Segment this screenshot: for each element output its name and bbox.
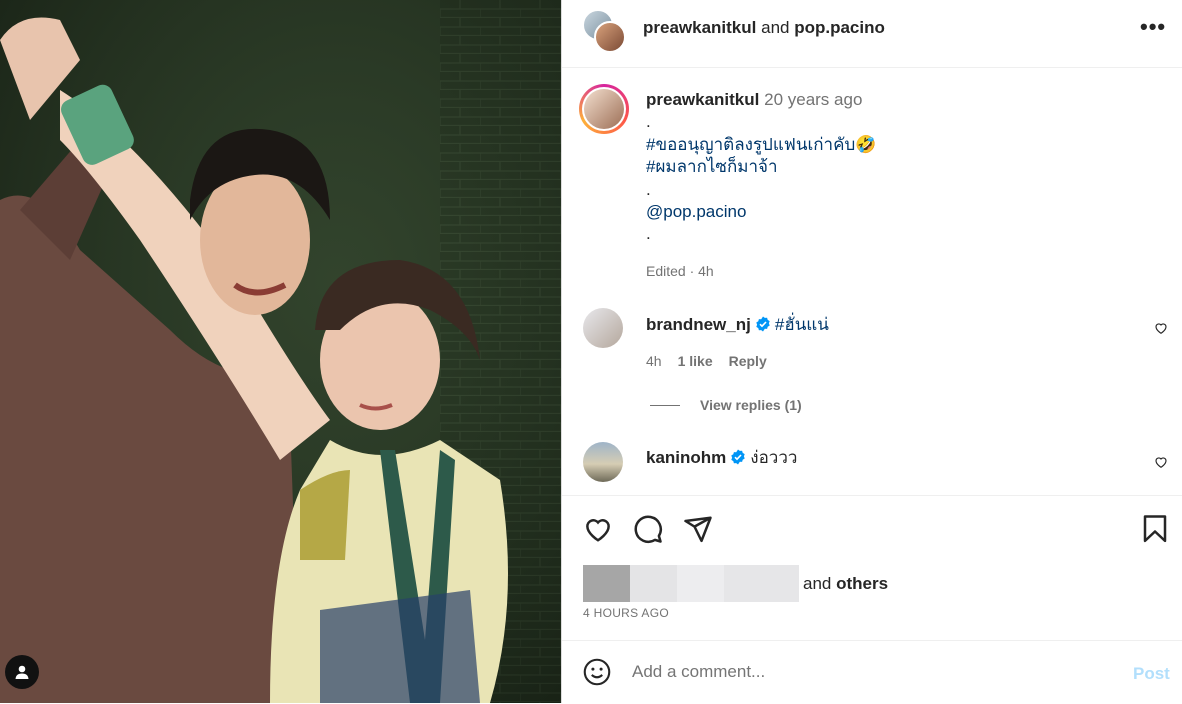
story-ring-avatar[interactable] — [579, 84, 629, 134]
person-icon — [15, 665, 29, 679]
post-actions: and others 4 HOURS AGO — [562, 495, 1182, 641]
photo-image — [0, 0, 561, 703]
avatar[interactable] — [677, 565, 724, 602]
caption-username[interactable]: preawkanitkul — [646, 90, 759, 109]
comment-meta: 4h 1 like Reply — [646, 353, 783, 369]
add-comment-bar: Post — [562, 640, 1182, 704]
reply-button[interactable]: Reply — [729, 353, 767, 369]
author-username[interactable]: preawkanitkul — [643, 18, 756, 37]
comment-text: ง่อววว — [750, 448, 798, 467]
hashtag-link[interactable]: #ขออนุญาติลงรูปแฟนเก่าคับ🤣 — [646, 134, 1156, 156]
comment-item: kaninohm ง่อววว — [646, 444, 797, 471]
share-icon[interactable] — [683, 514, 713, 544]
caption-line: . — [646, 224, 651, 244]
avatar[interactable] — [583, 442, 623, 482]
caption-line: . — [646, 112, 651, 132]
collaborator-username[interactable]: pop.pacino — [794, 18, 885, 37]
comment-input[interactable] — [632, 662, 1102, 682]
others-link[interactable]: others — [836, 574, 888, 593]
and-text: and — [803, 573, 832, 593]
comment-time: 4h — [646, 353, 662, 369]
caption-line: . — [646, 179, 651, 199]
avatar — [594, 21, 626, 53]
comment-icon[interactable] — [633, 514, 663, 544]
comment-likes[interactable]: 1 like — [678, 353, 713, 369]
heart-icon[interactable] — [1154, 321, 1168, 335]
avatar[interactable] — [583, 308, 623, 348]
post-header: preawkanitkul and pop.pacino ••• — [562, 0, 1182, 68]
avatar[interactable] — [630, 565, 677, 602]
avatar[interactable] — [724, 565, 799, 602]
more-icon[interactable]: ••• — [1140, 16, 1166, 38]
post-caption: preawkanitkul 20 years ago . #ขออนุญาติล… — [646, 89, 1156, 282]
and-text: and — [761, 18, 790, 37]
comment-username[interactable]: kaninohm — [646, 448, 726, 467]
post-button[interactable]: Post — [1133, 664, 1170, 684]
heart-icon[interactable] — [583, 514, 613, 544]
verified-icon — [731, 449, 745, 465]
avatar — [584, 89, 624, 129]
view-replies-label: View replies (1) — [700, 397, 802, 413]
verified-icon — [756, 316, 770, 332]
view-replies-button[interactable]: View replies (1) — [650, 397, 802, 413]
mention-link[interactable]: @pop.pacino — [646, 201, 1156, 223]
collab-avatars[interactable] — [582, 9, 626, 53]
edited-label: Edited · 4h — [646, 262, 714, 279]
post-detail-panel: preawkanitkul and pop.pacino ••• preawka… — [561, 0, 1182, 703]
caption-age: 20 years ago — [764, 90, 863, 109]
comments-scroll-area[interactable]: preawkanitkul 20 years ago . #ขออนุญาติล… — [562, 68, 1182, 495]
post-authors: preawkanitkul and pop.pacino — [643, 18, 885, 38]
comment-item: brandnew_nj #ฮั่นแน่ — [646, 311, 829, 338]
emoji-icon[interactable] — [583, 658, 611, 686]
comment-username[interactable]: brandnew_nj — [646, 315, 751, 334]
heart-icon[interactable] — [1154, 455, 1168, 469]
hashtag-link[interactable]: #ผมลากไซก็มาจ้า — [646, 156, 1156, 178]
post-timestamp: 4 HOURS AGO — [583, 606, 669, 620]
bookmark-icon[interactable] — [1141, 514, 1169, 544]
comment-text[interactable]: #ฮั่นแน่ — [775, 315, 829, 334]
post-photo[interactable] — [0, 0, 561, 703]
avatar[interactable] — [583, 565, 630, 602]
tagged-people-button[interactable] — [5, 655, 39, 689]
liked-by: and others — [583, 565, 888, 602]
